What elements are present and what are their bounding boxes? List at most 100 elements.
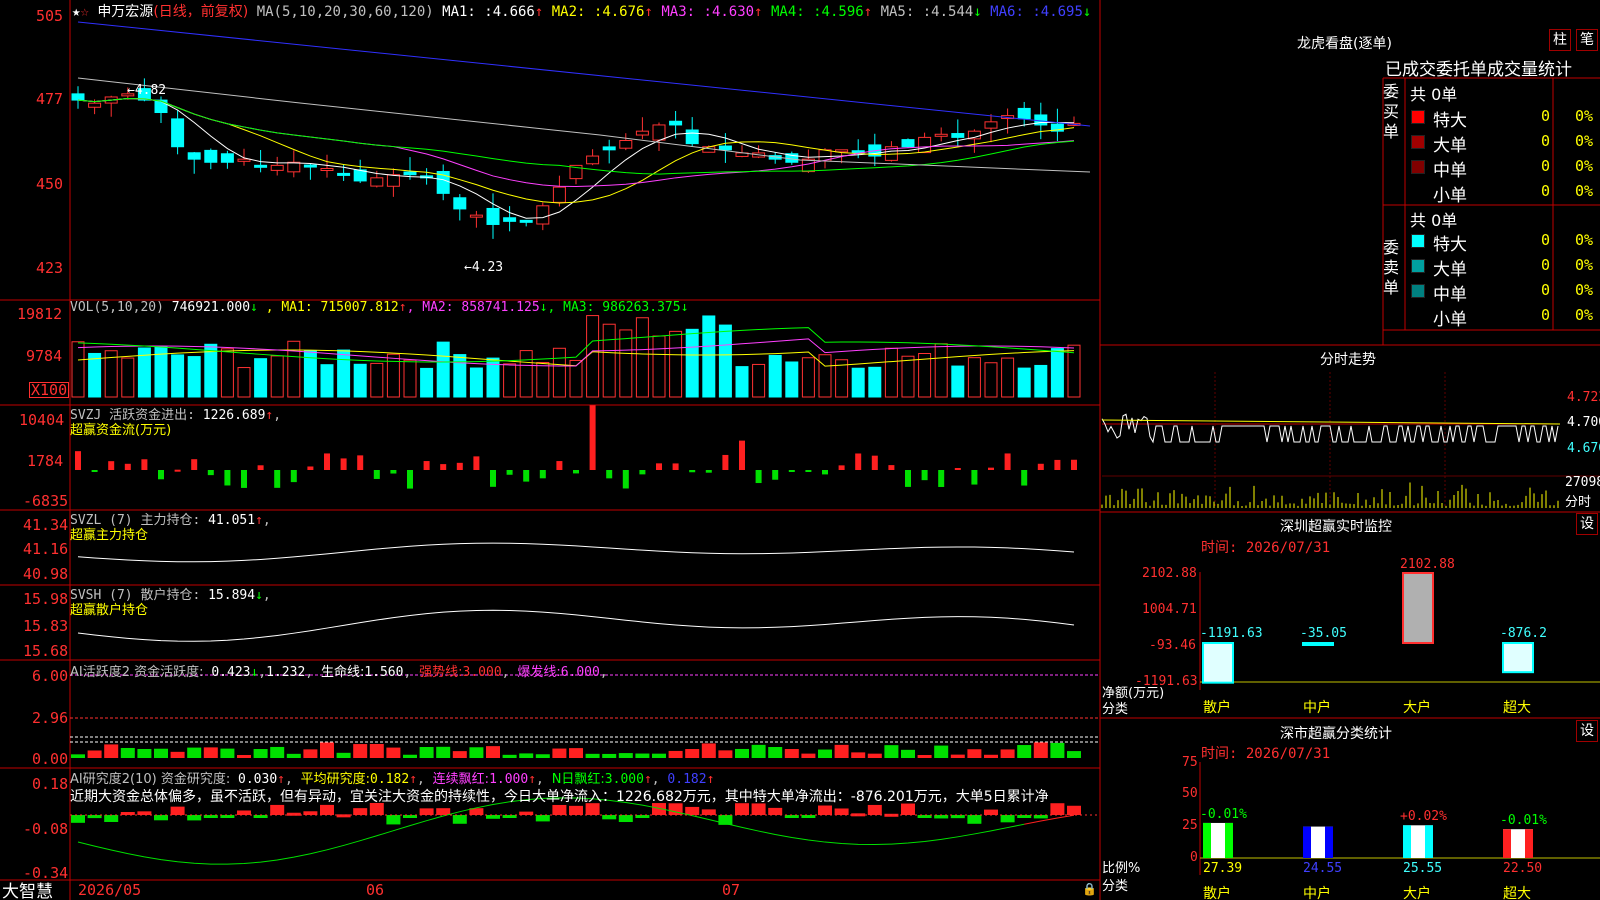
fund-flow-bar — [805, 470, 812, 472]
volume-bar — [88, 352, 102, 398]
classify-axis-label: 75 — [1182, 755, 1198, 770]
stats-tabs[interactable]: 已成交委托单成交量统计 — [1385, 55, 1572, 80]
classify-axis-label: 50 — [1182, 786, 1198, 801]
flag-icon[interactable]: ☆ — [80, 4, 88, 20]
fund-flow-bar — [307, 466, 314, 470]
ai1-burst-label: 爆发线: — [517, 665, 561, 680]
candle-body — [619, 140, 633, 149]
low-mark-value: 4.23 — [471, 260, 504, 275]
volume-bar — [884, 347, 898, 398]
research-bar — [834, 808, 849, 815]
research-bar — [320, 804, 334, 815]
intraday-price-label: 4.676 — [1567, 441, 1600, 456]
fund-flow-bar — [855, 453, 862, 470]
retail-holding-line — [77, 609, 1075, 642]
volume-bar — [918, 353, 932, 398]
svzl-axis-label: 41.34 — [23, 516, 69, 534]
candle-body — [320, 167, 334, 171]
research-bar — [867, 804, 882, 815]
svzj-axis-label: 1784 — [27, 452, 64, 470]
svzl-axis-label: 40.98 — [23, 565, 69, 583]
vol-ma-name: , MA3: — [547, 300, 603, 315]
fund-flow-bar — [1071, 459, 1077, 470]
fund-flow-bar — [257, 465, 264, 470]
fund-flow-bar — [905, 470, 911, 487]
volume-bar — [801, 357, 815, 398]
candle-body — [934, 133, 948, 137]
monitor-category: 大户 — [1403, 700, 1431, 716]
candle-body — [71, 93, 85, 101]
candle-body — [287, 161, 301, 173]
research-bar — [801, 815, 816, 818]
activity-bar — [569, 748, 583, 758]
stock-name[interactable]: 申万宏源 — [97, 4, 153, 20]
ai1-arrow: ↓ — [250, 665, 259, 680]
date-axis-label: 07 — [722, 881, 741, 899]
ai1-life-value: 1.560 — [364, 665, 404, 680]
research-bar — [851, 813, 866, 817]
activity-bar — [237, 754, 251, 758]
ai2-note: 近期大资金总体偏多，虽不活跃，但有异动，宜关注大资金的持续性，今日大单净流入：1… — [70, 789, 1049, 805]
classify-settings-button[interactable]: 设 — [1576, 720, 1598, 742]
research-bar — [685, 806, 700, 815]
volume-bar — [851, 367, 865, 398]
candle-body — [403, 171, 417, 176]
volume-bar — [171, 354, 185, 398]
svsh-subtitle: 超赢散户持仓 — [70, 603, 149, 618]
vol-value: 746921.000 — [171, 300, 251, 315]
trade-view-button[interactable]: 笔 — [1576, 29, 1598, 51]
candle-body — [469, 214, 483, 218]
volume-bar — [685, 328, 699, 398]
activity-bar — [967, 749, 982, 758]
row-name: 中单 — [1433, 161, 1467, 181]
classify-bar-stripe — [1503, 829, 1511, 858]
research-bar — [635, 815, 650, 818]
classify-title: 深市超赢分类统计 — [1280, 726, 1392, 742]
classify-bar-value: 27.39 — [1203, 861, 1243, 876]
ai2-avg-value: 0.182 — [370, 772, 410, 787]
research-bar — [602, 815, 617, 820]
lock-icon[interactable]: 🔒 — [1082, 882, 1097, 896]
period-mode[interactable]: (日线，前复权) — [153, 4, 248, 20]
intraday-price-label: 4.700 — [1567, 415, 1600, 430]
fund-flow-bar — [938, 470, 945, 487]
ma-name: MA4: : — [762, 4, 822, 20]
activity-bar — [353, 744, 368, 758]
volume-bar — [337, 349, 351, 398]
ai2-axis-label: -0.08 — [23, 820, 69, 838]
color-swatch — [1411, 309, 1425, 323]
intraday-avg-line — [1101, 419, 1561, 425]
classify-bar-value: 25.55 — [1403, 861, 1443, 876]
fund-flow-bar — [407, 470, 413, 489]
fund-flow-bar — [108, 461, 115, 470]
volume-bar — [735, 366, 749, 398]
monitor-settings-button[interactable]: 设 — [1576, 513, 1598, 535]
ma-name: MA1: : — [442, 4, 493, 20]
date-axis-label: 06 — [366, 881, 385, 899]
candle-body — [984, 121, 998, 129]
fund-flow-bar — [456, 462, 463, 470]
ai2-red-arrow: ↑ — [528, 772, 537, 787]
research-bar — [336, 814, 351, 818]
main-header: ★☆ 申万宏源(日线，前复权) MA(5,10,20,30,60,120) MA… — [72, 1, 1091, 21]
volume-bar — [254, 358, 268, 398]
buy-total: 共 0单 — [1410, 85, 1458, 104]
monitor-axis-label: -93.46 — [1149, 638, 1196, 653]
classify-bar — [1403, 825, 1433, 858]
bar-view-button[interactable]: 柱 — [1549, 29, 1571, 51]
brand-logo[interactable]: 大智慧 — [2, 877, 53, 900]
candle-body — [1017, 107, 1031, 120]
candle-body — [88, 102, 102, 108]
activity-bar — [602, 753, 617, 758]
activity-bar — [170, 751, 185, 758]
classify-bar-stripe — [1525, 829, 1533, 858]
row-pct: 0% — [1575, 281, 1594, 299]
research-bar — [486, 815, 500, 819]
ai1-strong-label: 强势线: — [419, 665, 463, 680]
candle-body — [669, 120, 683, 126]
vol-unit-button[interactable]: X100 — [29, 382, 70, 398]
fund-flow-bar — [656, 463, 662, 470]
ma-arrow: ↑ — [863, 4, 873, 20]
ai2-avg-arrow: ↑ — [409, 772, 418, 787]
monitor-bar — [1302, 642, 1334, 646]
